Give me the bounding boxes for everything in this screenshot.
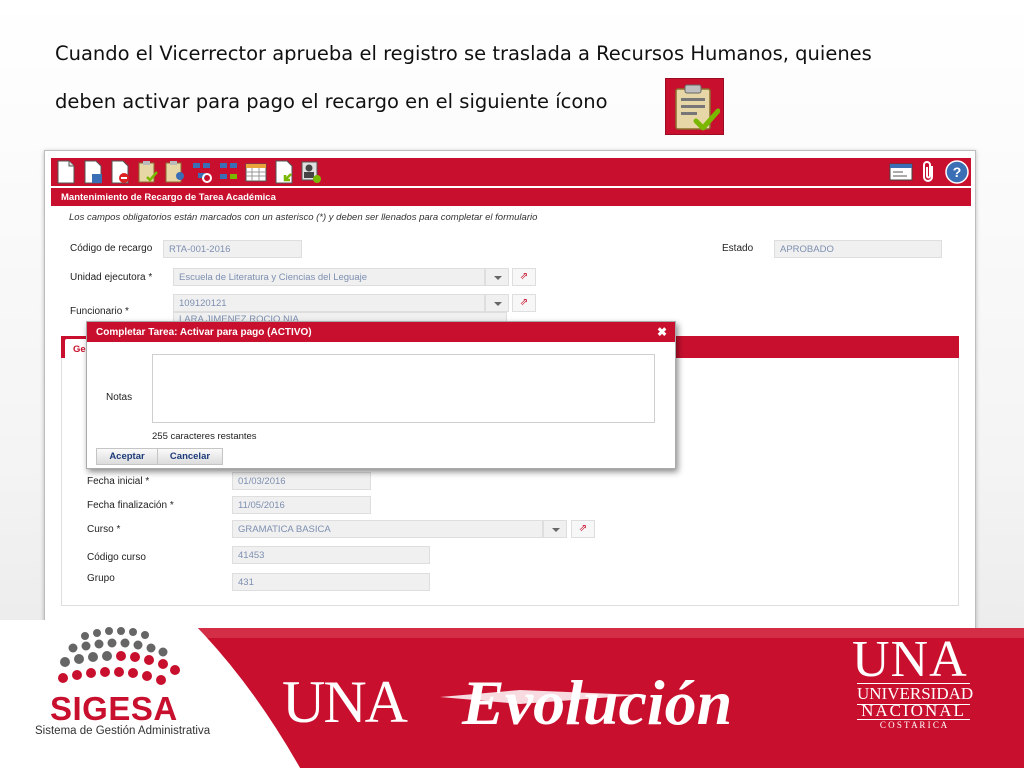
workflow-search-icon[interactable] (191, 160, 213, 184)
grupo-label: Grupo (87, 573, 115, 584)
slide-line-1: Cuando el Vicerrector aprueba el registr… (55, 42, 872, 65)
delete-document-icon[interactable] (109, 160, 131, 184)
slide-line-2: deben activar para pago el recargo en el… (55, 90, 608, 113)
toolbar: ? (51, 158, 971, 186)
sigesa-logo-text: SIGESA (50, 690, 178, 727)
una-logo-costa-rica: C O S T A R I C A (857, 719, 970, 730)
estado-field[interactable]: APROBADO (774, 240, 942, 258)
calendar-table-icon[interactable] (245, 160, 267, 184)
fecha-finalizacion-field[interactable]: 11/05/2016 (232, 496, 371, 514)
curso-open-link-button[interactable]: ⇗ (571, 520, 595, 538)
clipboard-check-icon (665, 78, 724, 135)
document-return-icon[interactable] (273, 160, 295, 184)
save-document-icon[interactable] (82, 160, 104, 184)
close-icon[interactable]: ✖ (657, 325, 667, 339)
una-logo-nacional: NACIONAL (861, 701, 966, 720)
dialog-title-text: Completar Tarea: Activar para pago (ACTI… (96, 327, 312, 338)
dialog-title: Completar Tarea: Activar para pago (ACTI… (87, 322, 675, 342)
estado-label: Estado (722, 243, 754, 254)
funcionario-label: Funcionario * (70, 306, 129, 317)
funcionario-select[interactable]: 109120121 (173, 294, 485, 312)
curso-dropdown-button[interactable] (543, 520, 567, 538)
codigo-recargo-field[interactable]: RTA-001-2016 (163, 240, 302, 258)
una-logo-text: UNA (852, 631, 968, 688)
fecha-inicial-field[interactable]: 01/03/2016 (232, 472, 371, 490)
funcionario-open-link-button[interactable]: ⇗ (512, 294, 536, 312)
accept-button[interactable]: Aceptar (96, 448, 158, 465)
window-icon[interactable] (889, 160, 913, 184)
curso-label: Curso * (87, 524, 121, 535)
evolucion-banner-text: Evolución (462, 667, 733, 738)
unidad-ejecutora-select[interactable]: Escuela de Literatura y Ciencias del Leg… (173, 268, 485, 286)
unidad-ejecutora-label: Unidad ejecutora * (70, 272, 153, 283)
svg-text:?: ? (953, 164, 962, 180)
clipboard-check-icon[interactable] (137, 160, 159, 184)
una-banner-text: UNA (282, 669, 408, 735)
notes-textarea[interactable] (152, 354, 655, 423)
notes-label: Notas (106, 392, 133, 403)
required-fields-hint: Los campos obligatorios están marcados c… (69, 212, 538, 223)
user-add-icon[interactable] (300, 160, 322, 184)
codigo-curso-label: Código curso (87, 552, 146, 563)
unidad-open-link-button[interactable]: ⇗ (512, 268, 536, 286)
attachment-icon[interactable] (917, 160, 941, 184)
codigo-recargo-label: Código de recargo (70, 243, 153, 254)
sigesa-subtitle: Sistema de Gestión Administrativa (35, 725, 211, 737)
new-document-icon[interactable] (55, 160, 77, 184)
grupo-field[interactable]: 431 (232, 573, 430, 591)
fecha-inicial-label: Fecha inicial * (87, 476, 150, 487)
complete-task-dialog: Completar Tarea: Activar para pago (ACTI… (86, 321, 676, 469)
cancel-button[interactable]: Cancelar (157, 448, 223, 465)
curso-select[interactable]: GRAMATICA BASICA (232, 520, 543, 538)
sigesa-logo-dots-icon (58, 627, 180, 685)
unidad-dropdown-button[interactable] (485, 268, 509, 286)
codigo-curso-field[interactable]: 41453 (232, 546, 430, 564)
workflow-icon[interactable] (218, 160, 240, 184)
fecha-finalizacion-label: Fecha finalización * (87, 500, 174, 511)
help-icon[interactable]: ? (945, 160, 969, 184)
funcionario-dropdown-button[interactable] (485, 294, 509, 312)
panel-title: Mantenimiento de Recargo de Tarea Académ… (51, 188, 971, 206)
characters-remaining: 255 caracteres restantes (152, 431, 257, 442)
clipboard-user-icon[interactable] (164, 160, 186, 184)
